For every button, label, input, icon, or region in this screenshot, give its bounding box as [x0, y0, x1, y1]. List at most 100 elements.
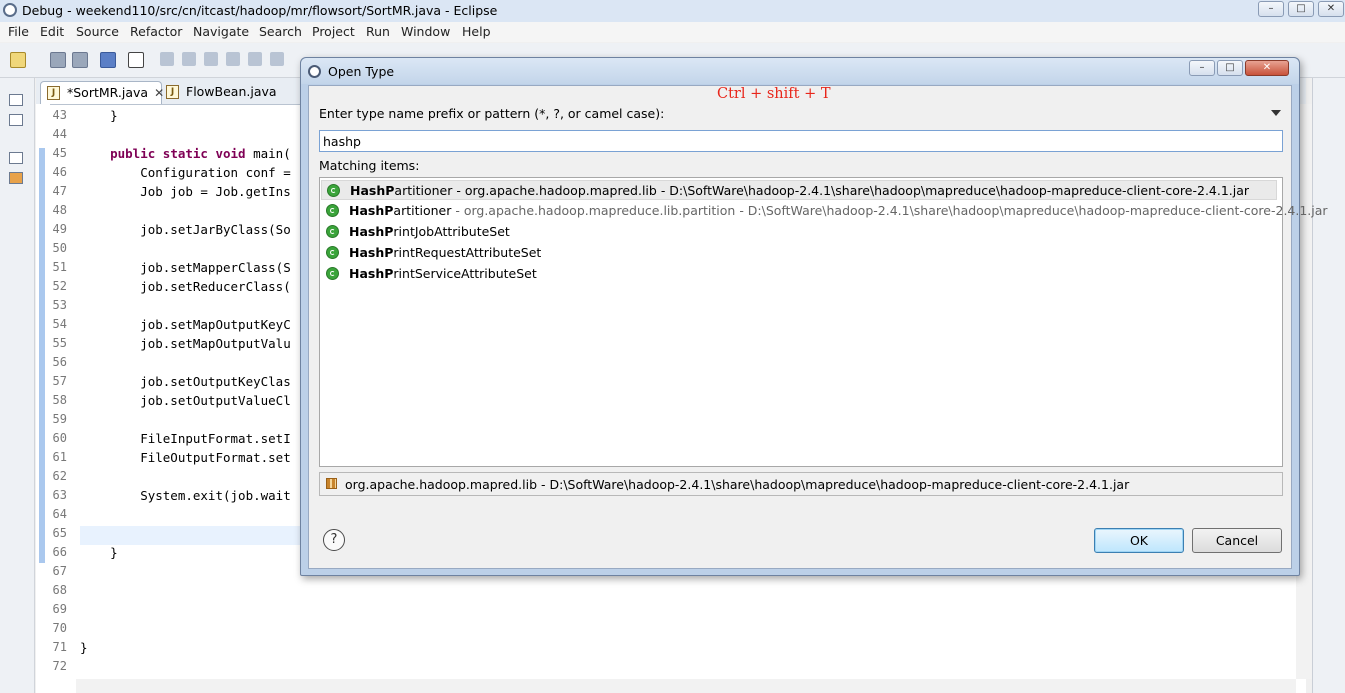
- menu-run[interactable]: Run: [366, 24, 390, 39]
- line-number: 52: [52, 279, 67, 293]
- save-all-icon[interactable]: [72, 52, 88, 68]
- menu-project[interactable]: Project: [312, 24, 355, 39]
- skip-breakpoints-icon[interactable]: [128, 52, 144, 68]
- java-file-icon: J: [166, 85, 179, 99]
- line-number: 61: [52, 450, 67, 464]
- tab-sortmr[interactable]: J *SortMR.java ✕: [40, 81, 164, 104]
- new-icon[interactable]: [10, 52, 26, 68]
- line-number: 54: [52, 317, 67, 331]
- result-text: HashPrintRequestAttributeSet: [349, 245, 541, 260]
- result-qualifier: - org.apache.hadoop.mapred.lib - D:\Soft…: [452, 183, 1250, 198]
- result-item[interactable]: HashPartitioner - org.apache.hadoop.mapr…: [321, 180, 1277, 200]
- line-number: 71: [52, 640, 67, 654]
- window-title: Debug - weekend110/src/cn/itcast/hadoop/…: [22, 3, 498, 18]
- dialog-close-button[interactable]: ✕: [1245, 60, 1289, 76]
- ok-button[interactable]: OK: [1094, 528, 1184, 553]
- help-icon[interactable]: ?: [323, 529, 345, 551]
- cancel-button[interactable]: Cancel: [1192, 528, 1282, 553]
- package-explorer-icon[interactable]: [9, 114, 23, 126]
- menu-window[interactable]: Window: [401, 24, 450, 39]
- restore-view-icon[interactable]: [9, 152, 23, 164]
- resume-icon[interactable]: [160, 52, 174, 66]
- hierarchy-icon[interactable]: [9, 172, 23, 184]
- result-item[interactable]: HashPrintServiceAttributeSet: [321, 264, 1277, 284]
- code-line: job.setMapperClass(S: [80, 260, 291, 275]
- code-line: }: [80, 640, 88, 655]
- terminate-icon[interactable]: [204, 52, 218, 66]
- view-menu-icon[interactable]: [1271, 110, 1281, 116]
- java-file-icon: J: [47, 86, 60, 100]
- restore-view-icon[interactable]: [9, 94, 23, 106]
- eclipse-app-icon: [308, 65, 321, 78]
- dialog-title-bar: Open Type – □ ✕: [301, 58, 1299, 84]
- result-name-rest: rintServiceAttributeSet: [393, 266, 537, 281]
- menu-help[interactable]: Help: [462, 24, 491, 39]
- line-number: 51: [52, 260, 67, 274]
- dialog-title: Open Type: [328, 64, 395, 79]
- result-text: HashPrintJobAttributeSet: [349, 224, 510, 239]
- selected-type-detail: org.apache.hadoop.mapred.lib - D:\SoftWa…: [319, 472, 1283, 496]
- result-match-prefix: HashP: [349, 224, 394, 239]
- menu-file[interactable]: File: [8, 24, 29, 39]
- line-number: 67: [52, 564, 67, 578]
- code-line: FileInputFormat.setI: [80, 431, 291, 446]
- suspend-icon[interactable]: [182, 52, 196, 66]
- result-item[interactable]: HashPrintJobAttributeSet: [321, 222, 1277, 242]
- class-icon: [326, 267, 339, 280]
- line-number: 65: [52, 526, 67, 540]
- package-icon: [326, 478, 337, 489]
- class-icon: [327, 184, 340, 197]
- menu-navigate[interactable]: Navigate: [193, 24, 249, 39]
- menu-refactor[interactable]: Refactor: [130, 24, 182, 39]
- line-number: 58: [52, 393, 67, 407]
- tab-label: FlowBean.java: [186, 84, 277, 99]
- result-text: HashPartitioner - org.apache.hadoop.mapr…: [350, 183, 1249, 198]
- line-number: 47: [52, 184, 67, 198]
- line-number: 55: [52, 336, 67, 350]
- line-number: 46: [52, 165, 67, 179]
- result-name-rest: rintJobAttributeSet: [393, 224, 510, 239]
- code-line: }: [80, 108, 118, 123]
- line-number: 57: [52, 374, 67, 388]
- dialog-minimize-button[interactable]: –: [1189, 60, 1215, 76]
- line-number: 70: [52, 621, 67, 635]
- step-into-icon[interactable]: [248, 52, 262, 66]
- tab-flowbean[interactable]: J FlowBean.java: [160, 81, 280, 104]
- menu-source[interactable]: Source: [76, 24, 119, 39]
- menu-search[interactable]: Search: [259, 24, 302, 39]
- step-over-icon[interactable]: [270, 52, 284, 66]
- code-line: Job job = Job.getIns: [80, 184, 291, 199]
- line-number: 45: [52, 146, 67, 160]
- line-number: 49: [52, 222, 67, 236]
- code-line: public static void main(: [110, 146, 291, 161]
- line-number: 43: [52, 108, 67, 122]
- type-search-input[interactable]: [319, 130, 1283, 152]
- disconnect-icon[interactable]: [226, 52, 240, 66]
- tab-label: *SortMR.java: [67, 85, 149, 100]
- dialog-maximize-button[interactable]: □: [1217, 60, 1243, 76]
- result-item[interactable]: HashPrintRequestAttributeSet: [321, 243, 1277, 263]
- line-number: 59: [52, 412, 67, 426]
- save-icon[interactable]: [50, 52, 66, 68]
- result-match-prefix: HashP: [349, 245, 394, 260]
- eclipse-app-icon: [3, 3, 17, 17]
- left-trim-stack: [0, 78, 35, 693]
- editor-horizontal-scrollbar[interactable]: [76, 679, 1296, 693]
- result-text: HashPrintServiceAttributeSet: [349, 266, 537, 281]
- shortcut-annotation: Ctrl + shift + T: [717, 86, 831, 102]
- result-item[interactable]: HashPartitioner - org.apache.hadoop.mapr…: [321, 201, 1328, 221]
- minimize-button[interactable]: –: [1258, 1, 1284, 17]
- maximize-button[interactable]: □: [1288, 1, 1314, 17]
- console-icon[interactable]: [100, 52, 116, 68]
- line-number: 53: [52, 298, 67, 312]
- line-number: 66: [52, 545, 67, 559]
- line-number: 69: [52, 602, 67, 616]
- detail-text: org.apache.hadoop.mapred.lib - D:\SoftWa…: [345, 477, 1130, 492]
- code-text[interactable]: } public static void main( Configuration…: [80, 108, 310, 678]
- menu-bar: File Edit Source Refactor Navigate Searc…: [0, 22, 1345, 42]
- code-line: System.exit(job.wait: [80, 488, 291, 503]
- close-window-button[interactable]: ✕: [1318, 1, 1344, 17]
- result-text: HashPartitioner - org.apache.hadoop.mapr…: [349, 203, 1328, 218]
- pattern-prompt-label: Enter type name prefix or pattern (*, ?,…: [319, 106, 665, 121]
- menu-edit[interactable]: Edit: [40, 24, 64, 39]
